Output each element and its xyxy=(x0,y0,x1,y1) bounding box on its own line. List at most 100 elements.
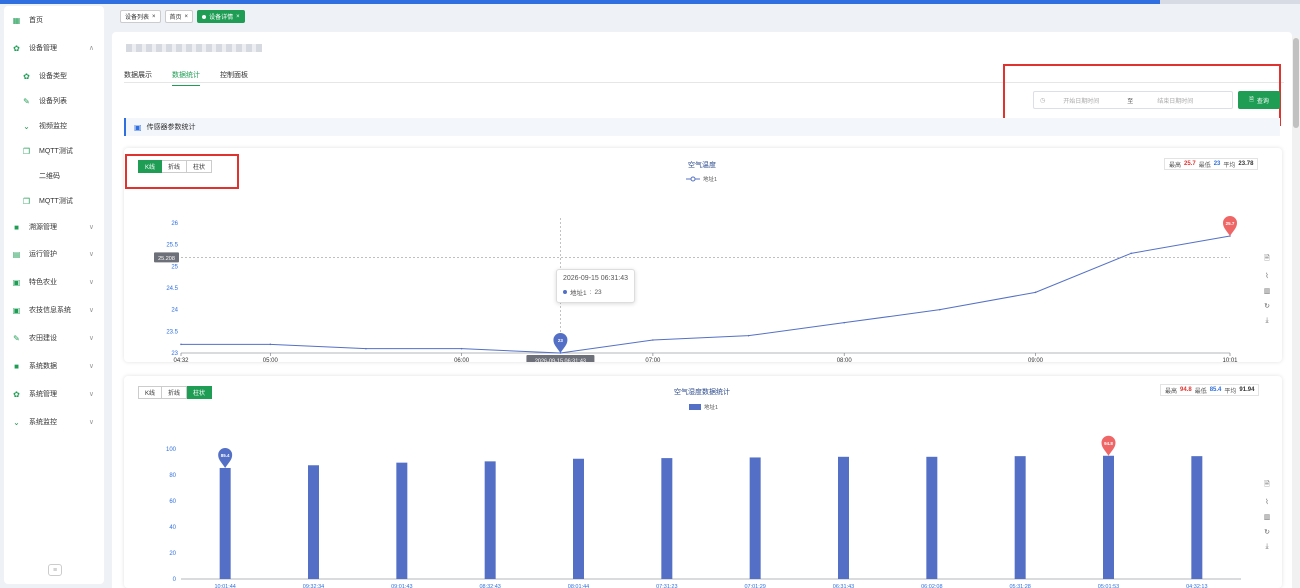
tooltip-bullet-icon xyxy=(563,290,567,294)
copy-icon: ❐ xyxy=(22,146,31,156)
gear-icon: ✿ xyxy=(13,389,20,399)
device-name-blurred xyxy=(126,44,262,52)
close-icon[interactable]: × xyxy=(152,14,156,20)
date-range-picker[interactable]: ◷ 开始日期时间 至 结束日期时间 xyxy=(1033,91,1233,109)
folder-icon: ■ xyxy=(14,361,19,371)
series-line-address1 xyxy=(181,235,1231,354)
tab-data-statistics[interactable]: 数据统计 xyxy=(172,70,200,86)
chevron-down-icon: ∨ xyxy=(88,419,94,426)
x-tick-label: 06:00 xyxy=(454,358,470,362)
sidebar-item[interactable]: ▤ 运行管护 ∨ xyxy=(4,244,104,264)
sidebar-collapse-button[interactable]: ≡ xyxy=(48,564,62,576)
y-tick-label: 24.5 xyxy=(166,286,178,292)
y-tick-label: 26 xyxy=(171,221,178,227)
x-tick-label: 08:00 xyxy=(837,358,853,362)
y-tick-label: 23 xyxy=(171,351,178,357)
sidebar-item-label: MQTT测试 xyxy=(39,148,73,155)
x-tick-label: 05:01:53 xyxy=(1098,584,1119,588)
sidebar-item[interactable]: ⌄ 系统监控 ∨ xyxy=(4,412,104,432)
x-tick-label: 04:32 xyxy=(173,358,189,362)
pencil-icon: ✎ xyxy=(13,333,20,343)
y-tick-label: 100 xyxy=(166,447,177,453)
sidebar-item[interactable]: ❐ MQTT测试 xyxy=(4,141,104,161)
pin-label: 25.7 xyxy=(1226,221,1235,226)
top-bar-right-area xyxy=(1160,0,1300,4)
y-tick-label: 25.5 xyxy=(166,243,178,249)
pin-shape xyxy=(1223,216,1237,236)
close-icon[interactable]: × xyxy=(236,14,240,20)
tag-device-detail[interactable]: 设备详情 × xyxy=(197,10,245,23)
top-accent-bar xyxy=(0,0,1300,4)
sidebar-item-label: 农田建设 xyxy=(29,335,57,342)
tag-home[interactable]: 首页 × xyxy=(164,10,194,23)
sidebar-item[interactable]: ▣ 农技信息系统 ∨ xyxy=(4,300,104,320)
data-point xyxy=(843,321,845,324)
tag-device-list[interactable]: 设备列表 × xyxy=(120,10,161,23)
pin-label: 23 xyxy=(558,338,564,343)
sidebar-item[interactable]: ✿ 设备类型 xyxy=(4,66,104,86)
bar xyxy=(1103,455,1114,579)
tag-label: 设备详情 xyxy=(209,15,234,21)
sidebar-item-label: 视频监控 xyxy=(39,123,67,130)
bar xyxy=(661,458,673,579)
bar xyxy=(396,462,408,579)
document-icon: ▣ xyxy=(12,305,21,315)
temperature-chart-svg[interactable]: 23 23.5 24 24.5 25 25.5 26 04:32 05:00 06:00 07:00… xyxy=(124,148,1282,362)
sidebar-item-label: 农技信息系统 xyxy=(29,307,71,314)
chevron-down-icon: ∨ xyxy=(88,335,94,342)
pin-label: 85.4 xyxy=(221,453,230,458)
x-tick-label: 06:02:08 xyxy=(921,584,942,588)
sidebar-item[interactable]: ✎ 农田建设 ∨ xyxy=(4,328,104,348)
sidebar-item[interactable]: ⌄ 视频监控 xyxy=(4,116,104,136)
humidity-chart-svg[interactable]: 0 20 40 60 80 100 10:01:44 09:32:34 09:01:43 08:3… xyxy=(124,376,1282,588)
sidebar-item[interactable]: ✿ 系统管理 ∨ xyxy=(4,384,104,404)
tooltip-colon: : xyxy=(589,288,592,296)
start-date-input[interactable]: 开始日期时间 xyxy=(1063,96,1099,105)
main-panel: 数据展示 数据统计 控制面板 ◷ 开始日期时间 至 结束日期时间 🗎 查询 ▣ 传… xyxy=(112,32,1292,588)
sidebar-item[interactable]: ▦ 首页 xyxy=(4,10,104,30)
tooltip-value: 23 xyxy=(594,288,602,296)
y-tick-label: 25 xyxy=(171,264,178,270)
chevron-down-icon: ∨ xyxy=(88,307,94,314)
x-tick-label: 07:00 xyxy=(645,358,661,362)
sidebar-item-label: 设备列表 xyxy=(39,98,67,105)
data-point xyxy=(180,343,182,346)
sidebar-item[interactable]: ▣ 特色农业 ∨ xyxy=(4,272,104,292)
tooltip-series: 地址1 xyxy=(570,290,587,297)
y-tick-label: 24 xyxy=(171,308,178,314)
gear-icon: ✿ xyxy=(23,71,30,81)
sidebar-item[interactable]: ✎ 设备列表 xyxy=(4,91,104,111)
x-tick-label: 10:01 xyxy=(1222,358,1238,362)
tag-label: 首页 xyxy=(169,15,182,21)
x-tick-label: 06:31:43 xyxy=(833,584,854,588)
bar xyxy=(838,456,849,579)
sidebar-item[interactable]: ❐ MQTT测试 xyxy=(4,191,104,211)
query-button[interactable]: 🗎 查询 xyxy=(1238,91,1280,109)
x-tick-label: 05:00 xyxy=(263,358,279,362)
data-point xyxy=(652,339,654,341)
document-icon: ▣ xyxy=(12,277,21,287)
active-dot-icon xyxy=(202,14,207,19)
bar xyxy=(1191,456,1203,579)
max-marker-pin: 25.7 xyxy=(1223,216,1237,236)
chevron-down-icon: ∨ xyxy=(88,391,94,398)
bar xyxy=(1014,456,1026,579)
end-date-input[interactable]: 结束日期时间 xyxy=(1157,96,1193,105)
x-tick-label: 04:32:13 xyxy=(1186,584,1207,588)
sidebar-item[interactable]: 二维码 xyxy=(4,166,104,186)
chevron-down-icon: ∨ xyxy=(88,363,94,370)
sidebar-item[interactable]: ■ 溯源管理 ∨ xyxy=(4,217,104,237)
min-marker-pin: 23 xyxy=(553,333,568,353)
sidebar-item-label: 设备类型 xyxy=(39,73,67,80)
tab-data-display[interactable]: 数据展示 xyxy=(124,70,152,86)
tab-control-panel[interactable]: 控制面板 xyxy=(220,70,248,86)
sidebar-item[interactable]: ■ 系统数据 ∨ xyxy=(4,356,104,376)
bar xyxy=(573,458,584,579)
close-icon[interactable]: × xyxy=(185,14,189,20)
x-tick-label: 08:01:44 xyxy=(568,584,589,588)
query-label: 查询 xyxy=(1256,98,1269,105)
scrollbar-thumb[interactable] xyxy=(1293,38,1299,128)
x-tick-label: 10:01:44 xyxy=(214,584,235,588)
page-scrollbar[interactable] xyxy=(1292,36,1300,588)
sidebar-item[interactable]: ✿ 设备管理 ∧ xyxy=(4,38,104,58)
